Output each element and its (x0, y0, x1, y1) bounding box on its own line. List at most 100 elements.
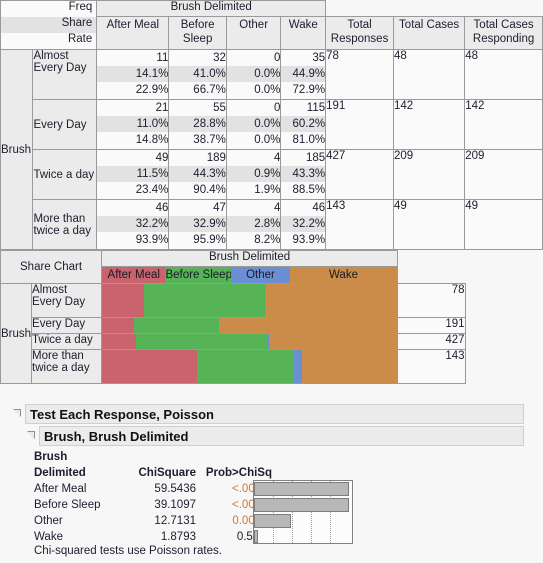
section-header-brush-brush-delimited[interactable]: Brush, Brush Delimited (39, 426, 524, 446)
share-row-label-twice-a-day[interactable]: Twice a day (31, 333, 103, 350)
cell-total-cases: 142 (392, 99, 466, 150)
cell-after-meal: 49 11.5% 23.4% (96, 149, 170, 200)
cell-before-sleep: 189 44.3% 90.4% (168, 149, 227, 200)
section-header-test-each-response[interactable]: Test Each Response, Poisson (25, 404, 524, 424)
legend-spacer-2 (0, 16, 33, 33)
table-header-row-2: Share After Meal Before Sleep Other Wake… (0, 16, 543, 50)
legend-item-after-meal[interactable]: After Meal (102, 267, 166, 283)
bar-segment-before-sleep (196, 350, 294, 383)
pvalue-bar-before-sleep (254, 498, 349, 512)
col-header-total-cases[interactable]: Total Cases (392, 16, 466, 50)
legend-share[interactable]: Share (32, 16, 98, 33)
cell-after-meal: 21 11.0% 14.8% (96, 99, 170, 150)
share-header-gap (398, 251, 466, 267)
chisq-row[interactable]: After Meal 59.5436 <.0001* (34, 481, 272, 497)
legend-rate[interactable]: Rate (32, 32, 98, 50)
share-row-group-label[interactable]: Brush (0, 283, 33, 384)
row-label-more-than-twice-a-day[interactable]: More than twice a day (32, 199, 98, 250)
legend-item-before-sleep[interactable]: Before Sleep (165, 267, 231, 283)
stacked-bar (102, 334, 398, 349)
row-group-label-brush[interactable]: Brush (0, 49, 34, 250)
share-row-label-almost-every-day[interactable]: Almost Every Day (31, 283, 103, 318)
share-header-row-1: Share Chart Brush Delimited (0, 250, 466, 284)
pvalue-bar-other (254, 514, 291, 528)
table-row[interactable]: Brush Almost Every Day 11 14.1% 22.9% 32 41.… (0, 49, 543, 250)
col-header-other[interactable]: Other (225, 16, 282, 50)
chisq-row[interactable]: Wake 1.8793 0.5978 (34, 529, 272, 545)
cell-total-cases: 49 (392, 199, 466, 250)
share-chart[interactable]: Share Chart Brush Delimited After Meal B… (0, 250, 466, 384)
row-label-almost-every-day[interactable]: Almost Every Day (32, 49, 98, 100)
share-row[interactable]: Twice a day 427 (1, 333, 466, 350)
chisq-row[interactable]: Before Sleep 39.1097 <.0001* (34, 497, 272, 513)
chisq-col2-header[interactable]: ChiSquare (122, 465, 196, 481)
table-row[interactable]: More than twice a day 46 32.2% 93.9% 47 32.9… (1, 199, 543, 250)
pvalue-bar-graph[interactable] (253, 480, 353, 544)
legend-item-other[interactable]: Other (230, 267, 290, 283)
chisq-value-other: 12.7131 (154, 515, 196, 527)
legend-freq[interactable]: Freq (32, 0, 98, 17)
disclosure-triangle-icon[interactable] (13, 409, 22, 418)
cell-wake: 46 32.2% 93.9% (280, 199, 327, 250)
cell-before-sleep: 47 32.9% 95.9% (168, 199, 227, 250)
chisq-value-before-sleep: 39.1097 (154, 499, 196, 511)
chisq-row[interactable]: Other 12.7131 0.0053* (34, 513, 272, 529)
header-gap-2 (394, 1, 465, 17)
bar-segment-before-sleep (134, 318, 220, 333)
stacked-bar (102, 350, 398, 383)
cell-total-cases-responding: 49 (464, 199, 543, 250)
chisq-label-before-sleep: Before Sleep (34, 499, 101, 511)
pvalue-bar-after-meal (254, 482, 349, 496)
cell-total-cases-responding: 142 (464, 99, 543, 150)
share-bar-more-than-twice-a-day (101, 349, 399, 384)
col-header-total-cases-responding[interactable]: Total Cases Responding (464, 16, 543, 50)
chisquare-table[interactable]: Brush Delimited ChiSquare Prob>ChiSq Aft… (34, 449, 272, 545)
share-row-label-line2: Every Day (32, 296, 86, 308)
legend-item-wake[interactable]: Wake (289, 267, 398, 283)
header-gap-1 (326, 1, 394, 17)
col-header-before-sleep[interactable]: Before Sleep (168, 16, 227, 50)
bar-segment-after-meal (102, 318, 135, 333)
share-total-more-than-twice-a-day: 143 (397, 349, 466, 384)
cell-other: 0 0.0% 0.0% (225, 49, 282, 100)
share-bar-almost-every-day (101, 283, 399, 318)
share-row-label-more-than-twice-a-day[interactable]: More than twice a day (31, 349, 103, 384)
share-row[interactable]: Every Day 191 (1, 317, 466, 334)
chisq-footnote: Chi-squared tests use Poisson rates. (34, 545, 222, 557)
contingency-table[interactable]: Freq Brush Delimited Share After Meal Be… (0, 0, 543, 250)
pvalue-bar-wake (254, 530, 258, 543)
col-header-wake[interactable]: Wake (280, 16, 327, 50)
cell-total-cases: 209 (392, 149, 466, 200)
table-row[interactable]: Every Day 21 11.0% 14.8% 55 28.8% 38.7% 0 0.0… (1, 99, 543, 150)
chisq-header-row-2: Delimited ChiSquare Prob>ChiSq (34, 465, 272, 481)
share-chart-title[interactable]: Share Chart (0, 250, 103, 284)
cell-other: 0 0.0% 0.0% (225, 99, 282, 150)
cell-total-cases-responding: 209 (464, 149, 543, 200)
share-row-label-line1: More than (32, 350, 84, 362)
cell-wake: 35 44.9% 72.9% (280, 49, 327, 100)
chisq-label-after-meal: After Meal (34, 483, 87, 495)
col-header-total-responses[interactable]: Total Responses (325, 16, 394, 50)
share-row-label-line1: Almost (32, 284, 68, 296)
share-row-label-every-day[interactable]: Every Day (31, 317, 103, 334)
row-label-every-day[interactable]: Every Day (32, 99, 98, 150)
row-label-twice-a-day[interactable]: Twice a day (32, 149, 98, 200)
cell-other: 4 0.9% 1.9% (225, 149, 282, 200)
share-row[interactable]: Brush Almost Every Day 78 (0, 283, 466, 384)
col-header-after-meal[interactable]: After Meal (96, 16, 170, 50)
header-gap-3 (465, 1, 543, 17)
share-total-almost-every-day: 78 (397, 283, 466, 318)
disclosure-triangle-icon[interactable] (27, 431, 36, 440)
chisq-col3-header[interactable]: Prob>ChiSq (196, 465, 272, 481)
legend-spacer-1 (0, 0, 33, 17)
share-row[interactable]: More than twice a day 143 (1, 349, 466, 384)
share-bar-twice-a-day (101, 333, 399, 350)
table-row[interactable]: Twice a day 49 11.5% 23.4% 189 44.3% 90.4% 4… (1, 149, 543, 200)
cell-total-responses: 143 (325, 199, 394, 250)
legend-band: After Meal Before Sleep Other Wake (102, 267, 398, 283)
legend-spacer-3 (0, 32, 33, 50)
bar-segment-after-meal (102, 284, 144, 317)
chisq-header-row-1: Brush (34, 449, 272, 465)
share-total-twice-a-day: 427 (397, 333, 466, 350)
group-header-brush-delimited: Brush Delimited (96, 0, 327, 17)
